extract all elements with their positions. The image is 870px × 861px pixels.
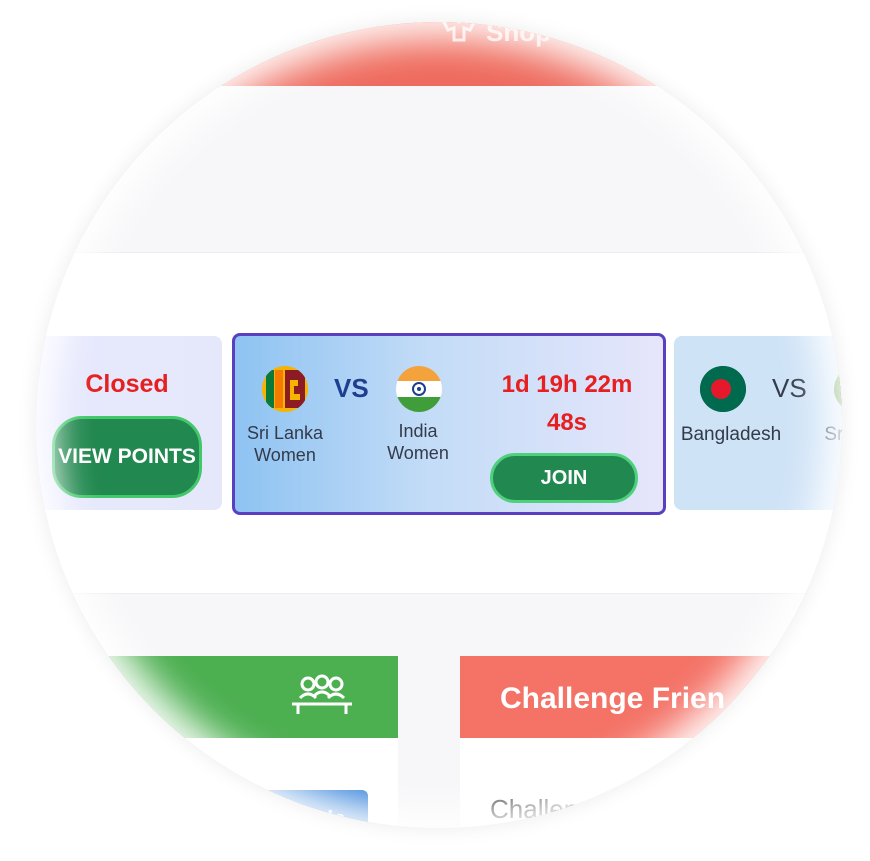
vs-label-next: VS <box>772 373 807 403</box>
magnified-view: Results Shop Closed VIEW POINTS VS Sri L… <box>36 22 842 828</box>
match-status-closed: Closed <box>85 370 169 398</box>
match-countdown: 1d 19h 22m 48s <box>501 371 633 436</box>
sri-lanka-flag-icon <box>262 366 308 412</box>
leaderboard-button[interactable]: Leads <box>244 790 368 828</box>
vs-label: VS <box>334 373 369 403</box>
next-team1-name: Bangladesh <box>680 424 782 445</box>
team1-name: Sri Lanka Women <box>246 423 324 465</box>
team2-name: India Women <box>387 421 449 463</box>
nav-shop-label: Shop <box>486 22 551 47</box>
next-team2-name: Sri <box>824 424 842 445</box>
challenge-panel-title: Challenge Frien <box>500 682 726 715</box>
join-button[interactable]: JOIN <box>490 453 638 503</box>
nav-item-results[interactable]: Results <box>216 22 310 47</box>
match-card-next[interactable] <box>674 336 842 510</box>
bangladesh-flag-icon <box>700 366 746 412</box>
top-nav-bar: Results Shop <box>36 22 842 86</box>
india-flag-icon <box>396 366 442 412</box>
view-points-button[interactable]: VIEW POINTS <box>52 416 202 498</box>
group-icon <box>288 674 356 723</box>
nav-results-label: Results <box>216 22 310 47</box>
shop-icon <box>442 22 476 49</box>
nav-item-shop[interactable]: Shop <box>442 22 551 47</box>
challenge-subtitle: Challenge <box>490 794 608 824</box>
leaderboard-panel-header <box>36 656 398 738</box>
